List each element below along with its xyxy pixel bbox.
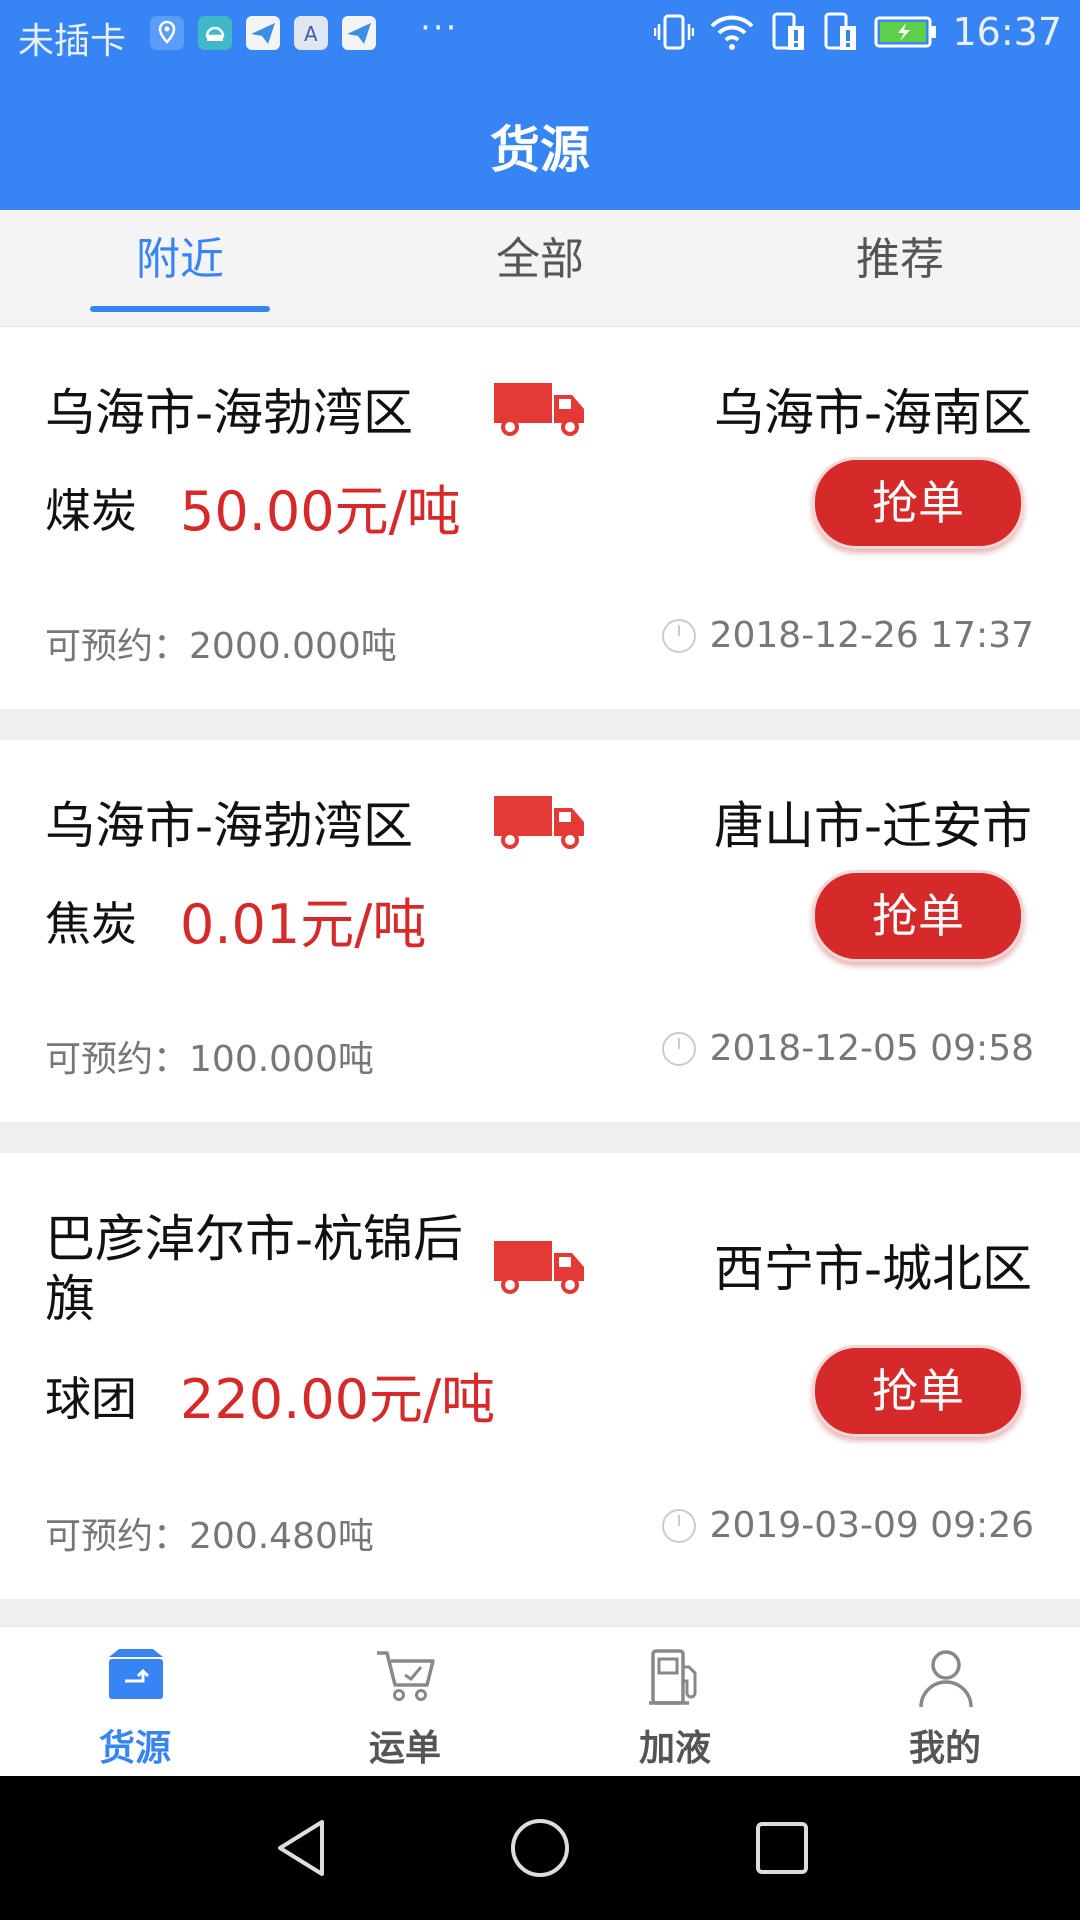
nav-item-profile[interactable]: 我的 [810, 1627, 1080, 1777]
nav-label: 加液 [638, 1728, 711, 1769]
tab-active-indicator [90, 306, 270, 312]
clock-icon [661, 1508, 696, 1543]
truck-icon [494, 796, 584, 849]
truck-icon [494, 383, 584, 436]
nav-item-goods[interactable]: 货源 [0, 1627, 270, 1777]
status-bar: 未插卡 A ··· 16:37 [0, 0, 1080, 72]
nav-item-waybill[interactable]: 运单 [270, 1627, 540, 1777]
grab-order-button[interactable]: 抢单 [812, 1345, 1024, 1437]
paper-plane-icon [342, 16, 376, 50]
listing-card[interactable]: 乌海市-海勃湾区 唐山市-迁安市 焦炭 0.01元/吨 抢单 可预约：100.0… [0, 740, 1080, 1122]
listing-card[interactable]: 乌海市-海勃湾区 乌海市-海南区 煤炭 50.00元/吨 抢单 可预约：2000… [0, 327, 1080, 709]
publish-datetime: 2018-12-26 17:37 [709, 615, 1034, 656]
availability: 可预约：100.000吨 [45, 1030, 374, 1082]
availability: 可预约：200.480吨 [45, 1507, 374, 1559]
clock-icon [661, 1031, 696, 1066]
home-icon[interactable] [508, 1816, 572, 1880]
route-destination: 西宁市-城北区 [713, 1240, 1032, 1298]
price: 0.01元/吨 [180, 893, 427, 956]
recent-apps-icon[interactable] [752, 1818, 812, 1878]
battery-icon [874, 16, 937, 48]
more-notifications-icon: ··· [420, 8, 459, 48]
clock-icon [661, 618, 696, 653]
price: 50.00元/吨 [180, 480, 461, 543]
clock-time: 16:37 [952, 10, 1062, 54]
route-destination: 乌海市-海南区 [713, 384, 1032, 442]
wifi-icon [711, 15, 754, 50]
tab-bar: 附近 全部 推荐 [0, 210, 1080, 327]
route-origin: 巴彦淖尔市-杭锦后旗 [45, 1210, 464, 1328]
availability-value: 2000.000吨 [189, 626, 397, 667]
vibrate-icon [654, 14, 695, 50]
publish-time: 2019-03-09 09:26 [660, 1505, 1034, 1546]
route-destination: 唐山市-迁安市 [713, 797, 1032, 855]
availability-label: 可预约： [45, 626, 190, 667]
paper-plane-icon [246, 16, 280, 50]
android-icon [198, 16, 232, 50]
truck-icon [494, 1241, 584, 1294]
availability: 可预约：2000.000吨 [45, 617, 397, 669]
sim-alert-icon [772, 12, 805, 50]
tab-recommended[interactable]: 推荐 [720, 210, 1080, 326]
availability-value: 100.000吨 [189, 1039, 374, 1080]
nav-item-refuel[interactable]: 加液 [540, 1627, 810, 1777]
tab-all[interactable]: 全部 [360, 210, 720, 326]
svg-text:A: A [304, 22, 318, 46]
price: 220.00元/吨 [180, 1368, 496, 1431]
grab-order-button[interactable]: 抢单 [812, 870, 1024, 962]
system-status-icons: 16:37 [654, 10, 1062, 54]
bottom-navigation: 货源 运单 加液 我的 [0, 1626, 1080, 1777]
availability-label: 可预约： [45, 1516, 190, 1557]
publish-datetime: 2019-03-09 09:26 [709, 1505, 1034, 1546]
notification-icons: A [150, 16, 376, 50]
goods-type: 焦炭 [45, 897, 137, 951]
person-icon [919, 1650, 973, 1708]
availability-label: 可预约： [45, 1039, 190, 1080]
goods-type: 煤炭 [45, 484, 137, 538]
availability-value: 200.480吨 [189, 1516, 374, 1557]
grab-order-button[interactable]: 抢单 [812, 457, 1024, 549]
back-icon[interactable] [272, 1816, 328, 1880]
route-origin: 乌海市-海勃湾区 [45, 797, 414, 855]
goods-type: 球团 [45, 1372, 137, 1426]
font-a-icon: A [294, 16, 328, 50]
cart-icon [377, 1651, 435, 1701]
publish-time: 2018-12-05 09:58 [660, 1028, 1034, 1069]
sim-alert-icon [824, 12, 857, 50]
carrier-text: 未插卡 [18, 21, 127, 62]
app-header: 货源 [0, 72, 1080, 210]
nav-label: 货源 [98, 1728, 171, 1769]
publish-datetime: 2018-12-05 09:58 [709, 1028, 1034, 1069]
location-icon [150, 16, 184, 50]
page-title: 货源 [490, 121, 590, 179]
listing-card[interactable]: 巴彦淖尔市-杭锦后旗 西宁市-城北区 球团 220.00元/吨 抢单 可预约：2… [0, 1153, 1080, 1599]
fuel-pump-icon [649, 1649, 697, 1705]
nav-label: 运单 [368, 1728, 441, 1769]
system-navigation-bar [0, 1776, 1080, 1920]
box-icon [109, 1649, 163, 1699]
route-origin: 乌海市-海勃湾区 [45, 384, 414, 442]
nav-label: 我的 [908, 1728, 981, 1769]
publish-time: 2018-12-26 17:37 [660, 615, 1034, 656]
